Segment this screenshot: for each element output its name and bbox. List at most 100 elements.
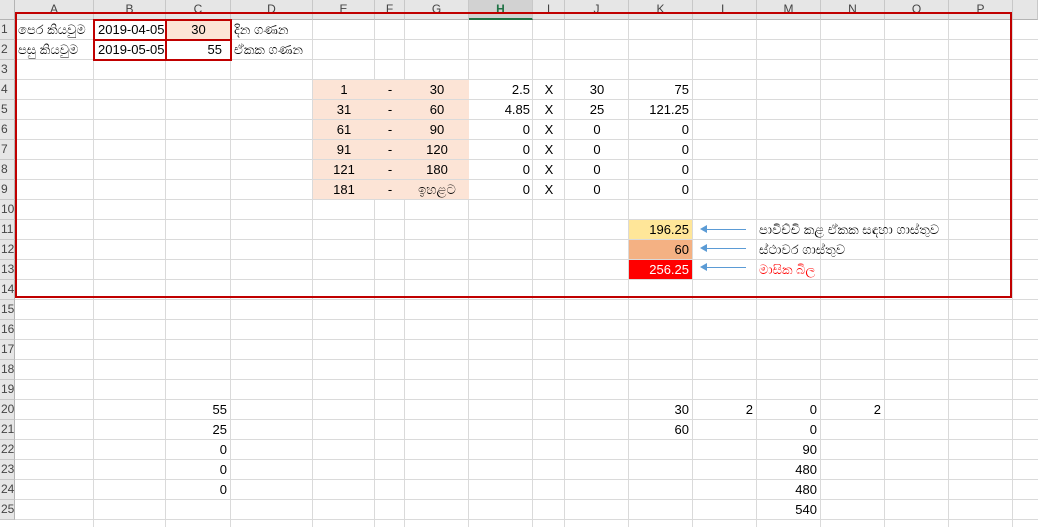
fixed-charge-cell[interactable]: 60 [629,240,692,259]
tariff-amount-cell[interactable]: 0 [629,140,692,159]
tariff-x-cell[interactable]: X [533,100,565,119]
tariff-from-cell[interactable]: 61 [313,120,375,139]
tariff-rate-cell[interactable]: 0 [469,160,533,179]
column-header-d[interactable]: D [231,0,313,20]
tariff-units-cell[interactable]: 0 [565,180,629,199]
cell-m23[interactable]: 480 [757,460,820,480]
cell-m22[interactable]: 90 [757,440,820,460]
cell-n20[interactable]: 2 [821,400,884,420]
row-header-25[interactable]: 25 [0,500,15,520]
tariff-dash-cell[interactable]: - [375,100,405,119]
column-header-k[interactable]: K [629,0,693,20]
cell-k21[interactable]: 60 [629,420,692,440]
tariff-x-cell[interactable]: X [533,120,565,139]
row-header-11[interactable]: 11 [0,220,15,240]
tariff-rate-cell[interactable]: 0 [469,140,533,159]
tariff-from-cell[interactable]: 181 [313,180,375,199]
column-header-g[interactable]: G [405,0,469,20]
tariff-amount-cell[interactable]: 0 [629,180,692,199]
day-count-label[interactable]: දින ගණන [231,20,313,40]
row-header-13[interactable]: 13 [0,260,15,280]
row-header-16[interactable]: 16 [0,320,15,340]
day-count-cell[interactable]: 30 [165,19,232,41]
unit-count-cell[interactable]: 55 [165,39,232,61]
tariff-dash-cell[interactable]: - [375,160,405,179]
tariff-units-cell[interactable]: 0 [565,140,629,159]
tariff-amount-cell[interactable]: 121.25 [629,100,692,119]
tariff-units-cell[interactable]: 0 [565,120,629,139]
tariff-x-cell[interactable]: X [533,80,565,99]
column-header-j[interactable]: J [565,0,629,20]
tariff-dash-cell[interactable]: - [375,120,405,139]
select-all-corner[interactable] [0,0,15,20]
row-header-23[interactable]: 23 [0,460,15,480]
row-header-17[interactable]: 17 [0,340,15,360]
curr-reading-date-cell[interactable]: 2019-05-05 [93,39,167,61]
usage-charge-cell[interactable]: 196.25 [629,220,692,239]
column-header-f[interactable]: F [375,0,405,20]
curr-reading-label[interactable]: පසු කියවුම [15,40,94,60]
monthly-bill-cell[interactable]: 256.25 [629,260,692,279]
tariff-to-cell[interactable]: 60 [405,100,469,119]
cell-c24[interactable]: 0 [166,480,230,500]
cell-c20[interactable]: 55 [166,400,230,420]
row-header-7[interactable]: 7 [0,140,15,160]
tariff-amount-cell[interactable]: 75 [629,80,692,99]
row-header-21[interactable]: 21 [0,420,15,440]
column-header-n[interactable]: N [821,0,885,20]
row-header-10[interactable]: 10 [0,200,15,220]
tariff-from-cell[interactable]: 1 [313,80,375,99]
tariff-rate-cell[interactable]: 0 [469,180,533,199]
tariff-from-cell[interactable]: 91 [313,140,375,159]
tariff-units-cell[interactable]: 0 [565,160,629,179]
cell-l20[interactable]: 2 [693,400,756,420]
column-header-a[interactable]: A [15,0,94,20]
row-header-4[interactable]: 4 [0,80,15,100]
tariff-rate-cell[interactable]: 4.85 [469,100,533,119]
column-header-o[interactable]: O [885,0,949,20]
column-header-i[interactable]: I [533,0,565,20]
row-header-1[interactable]: 1 [0,20,15,40]
row-header-12[interactable]: 12 [0,240,15,260]
column-header-e[interactable]: E [313,0,375,20]
prev-reading-label[interactable]: පෙර කියවුම [15,20,94,40]
cell-k20[interactable]: 30 [629,400,692,420]
tariff-from-cell[interactable]: 121 [313,160,375,179]
cell-c22[interactable]: 0 [166,440,230,460]
column-header-blank[interactable] [1013,0,1038,20]
tariff-units-cell[interactable]: 25 [565,100,629,119]
tariff-to-cell[interactable]: 120 [405,140,469,159]
column-header-b[interactable]: B [94,0,166,20]
column-header-c[interactable]: C [166,0,231,20]
tariff-to-cell[interactable]: 30 [405,80,469,99]
cell-c23[interactable]: 0 [166,460,230,480]
tariff-amount-cell[interactable]: 0 [629,120,692,139]
tariff-from-cell[interactable]: 31 [313,100,375,119]
column-header-p[interactable]: P [949,0,1013,20]
column-header-l[interactable]: L [693,0,757,20]
tariff-to-cell[interactable]: ඉහළට [405,180,469,199]
cell-c21[interactable]: 25 [166,420,230,440]
row-header-8[interactable]: 8 [0,160,15,180]
tariff-dash-cell[interactable]: - [375,140,405,159]
prev-reading-date-cell[interactable]: 2019-04-05 [93,19,167,41]
tariff-x-cell[interactable]: X [533,180,565,199]
tariff-units-cell[interactable]: 30 [565,80,629,99]
row-header-24[interactable]: 24 [0,480,15,500]
row-header-22[interactable]: 22 [0,440,15,460]
tariff-to-cell[interactable]: 180 [405,160,469,179]
row-header-2[interactable]: 2 [0,40,15,60]
row-header-3[interactable]: 3 [0,60,15,80]
tariff-dash-cell[interactable]: - [375,180,405,199]
cell-m24[interactable]: 480 [757,480,820,500]
cell-m20[interactable]: 0 [757,400,820,420]
row-header-6[interactable]: 6 [0,120,15,140]
unit-count-label[interactable]: ඒකක ගණන [231,40,313,60]
tariff-dash-cell[interactable]: - [375,80,405,99]
row-header-5[interactable]: 5 [0,100,15,120]
row-header-20[interactable]: 20 [0,400,15,420]
tariff-to-cell[interactable]: 90 [405,120,469,139]
cell-m21[interactable]: 0 [757,420,820,440]
tariff-x-cell[interactable]: X [533,140,565,159]
column-header-m[interactable]: M [757,0,821,20]
